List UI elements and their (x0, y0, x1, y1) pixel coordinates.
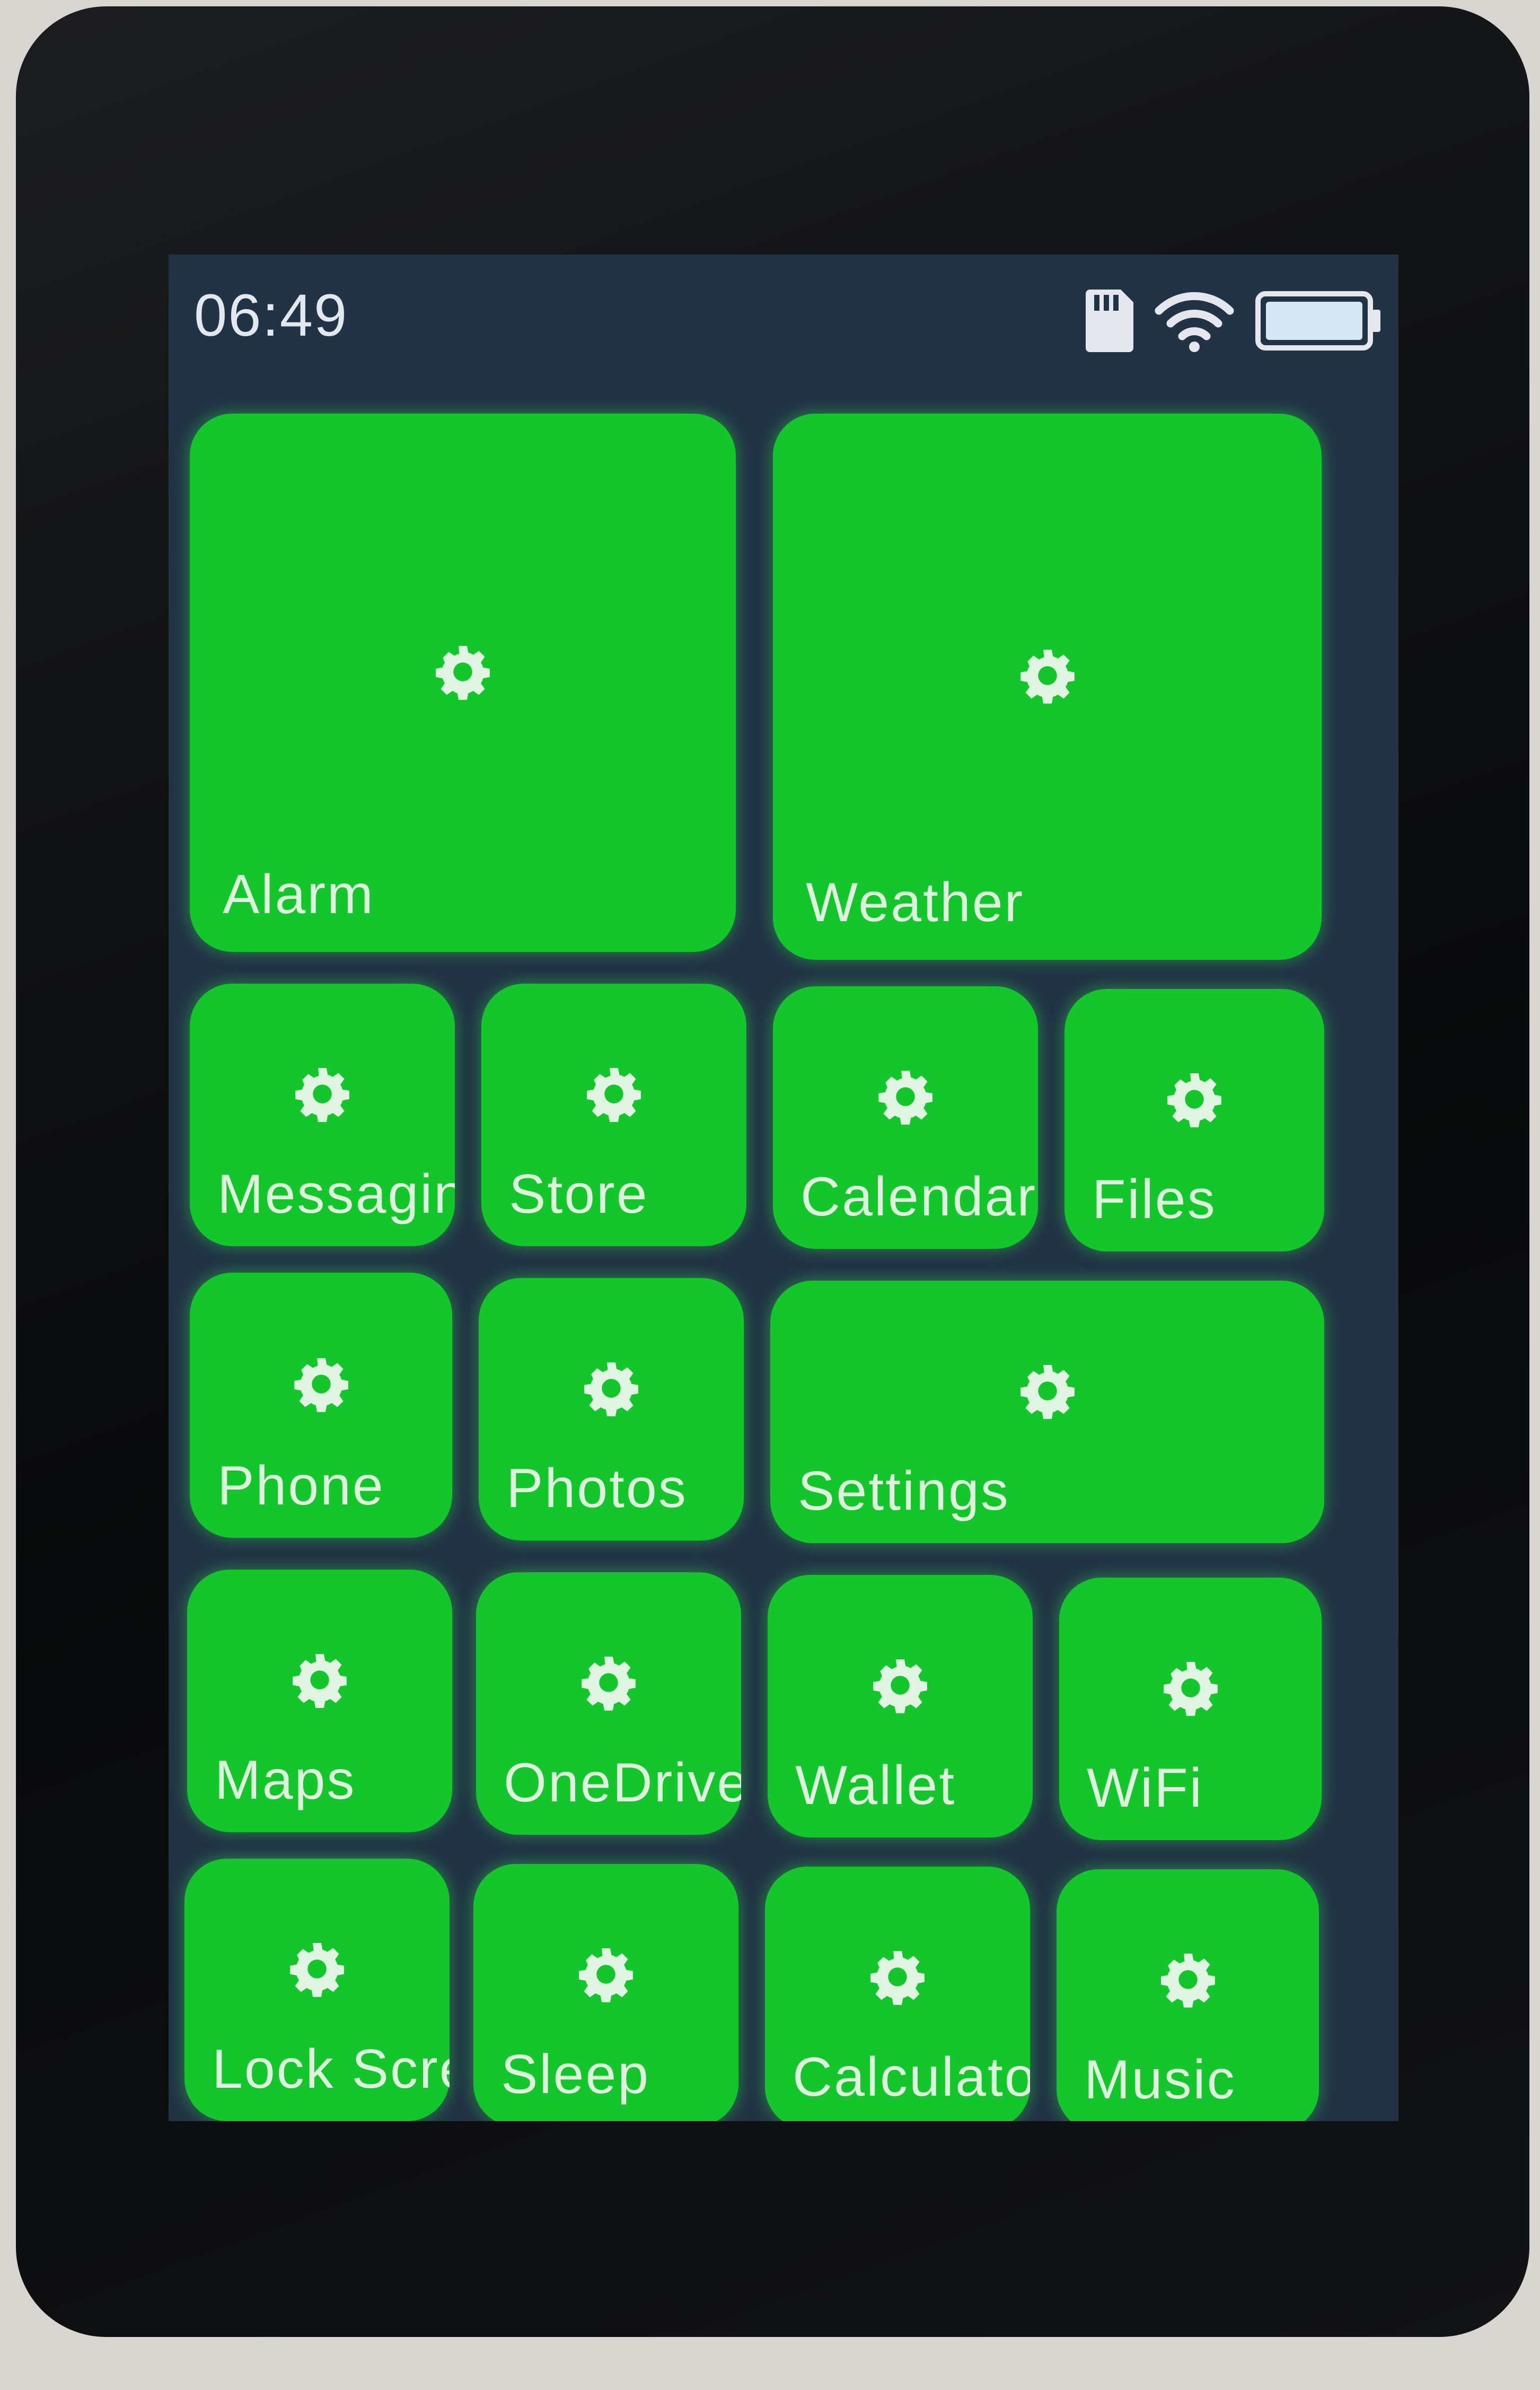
home-screen: 06:49 Alarm Weather Messagin Store Calen… (169, 255, 1398, 2121)
gear-icon (1165, 1070, 1224, 1129)
tile-label-files: Files (1092, 1169, 1217, 1230)
maps-tile[interactable]: Maps (187, 1570, 452, 1832)
tile-label-phone: Phone (217, 1455, 385, 1517)
tile-label-calendar: Calendar (800, 1166, 1037, 1228)
tile-label-weather: Weather (806, 872, 1025, 933)
tile-label-store: Store (509, 1163, 649, 1225)
gear-icon (868, 1947, 927, 2007)
sleep-tile[interactable]: Sleep (473, 1864, 738, 2121)
tile-label-photos: Photos (506, 1458, 688, 1519)
tile-label-lock-screen: Lock Screen (212, 2038, 450, 2100)
weather-tile[interactable]: Weather (773, 414, 1322, 960)
wifi-icon (1155, 292, 1234, 352)
tile-label-onedrive: OneDrive (504, 1752, 741, 1814)
calendar-tile[interactable]: Calendar (773, 986, 1038, 1249)
photos-tile[interactable]: Photos (479, 1278, 744, 1540)
alarm-tile[interactable]: Alarm (190, 414, 736, 952)
gear-icon (1018, 1361, 1077, 1421)
calculator-tile[interactable]: Calculator (765, 1867, 1030, 2121)
gear-icon (584, 1064, 644, 1124)
tile-label-calculator: Calculator (793, 2046, 1030, 2108)
files-tile[interactable]: Files (1064, 989, 1324, 1251)
gear-icon (1161, 1658, 1220, 1718)
tile-label-wallet: Wallet (795, 1755, 956, 1816)
gear-icon (292, 1354, 351, 1414)
tile-label-wifi: WiFi (1087, 1757, 1203, 1819)
tile-label-music: Music (1084, 2049, 1236, 2111)
gear-icon (1018, 646, 1077, 705)
settings-tile[interactable]: Settings (770, 1281, 1324, 1543)
lock-screen-tile[interactable]: Lock Screen (184, 1859, 450, 2121)
status-clock: 06:49 (194, 282, 348, 348)
store-tile[interactable]: Store (481, 984, 746, 1246)
gear-icon (582, 1359, 641, 1418)
onedrive-tile[interactable]: OneDrive (476, 1572, 741, 1835)
battery-icon (1255, 291, 1380, 351)
gear-icon (876, 1067, 935, 1126)
device-bezel: 06:49 Alarm Weather Messagin Store Calen… (16, 6, 1529, 2337)
tile-label-messaging: Messaging (217, 1163, 455, 1225)
wallet-tile[interactable]: Wallet (768, 1575, 1033, 1837)
phone-tile[interactable]: Phone (190, 1273, 452, 1538)
tile-label-settings: Settings (798, 1460, 1010, 1522)
gear-icon (579, 1653, 638, 1712)
gear-icon (433, 642, 492, 702)
tile-label-maps: Maps (215, 1749, 356, 1811)
status-icons (1086, 286, 1383, 355)
messaging-tile[interactable]: Messaging (190, 984, 455, 1246)
gear-icon (1158, 1950, 1218, 2009)
gear-icon (293, 1064, 352, 1124)
status-bar: 06:49 (169, 255, 1398, 387)
sd-card-icon (1086, 290, 1133, 352)
tile-label-sleep: Sleep (501, 2044, 650, 2105)
gear-icon (576, 1945, 636, 2004)
music-tile[interactable]: Music (1057, 1869, 1319, 2121)
gear-icon (287, 1939, 347, 1999)
tile-label-alarm: Alarm (223, 864, 375, 925)
wifi-tile[interactable]: WiFi (1059, 1578, 1322, 1840)
gear-icon (290, 1650, 349, 1710)
gear-icon (870, 1656, 930, 1715)
